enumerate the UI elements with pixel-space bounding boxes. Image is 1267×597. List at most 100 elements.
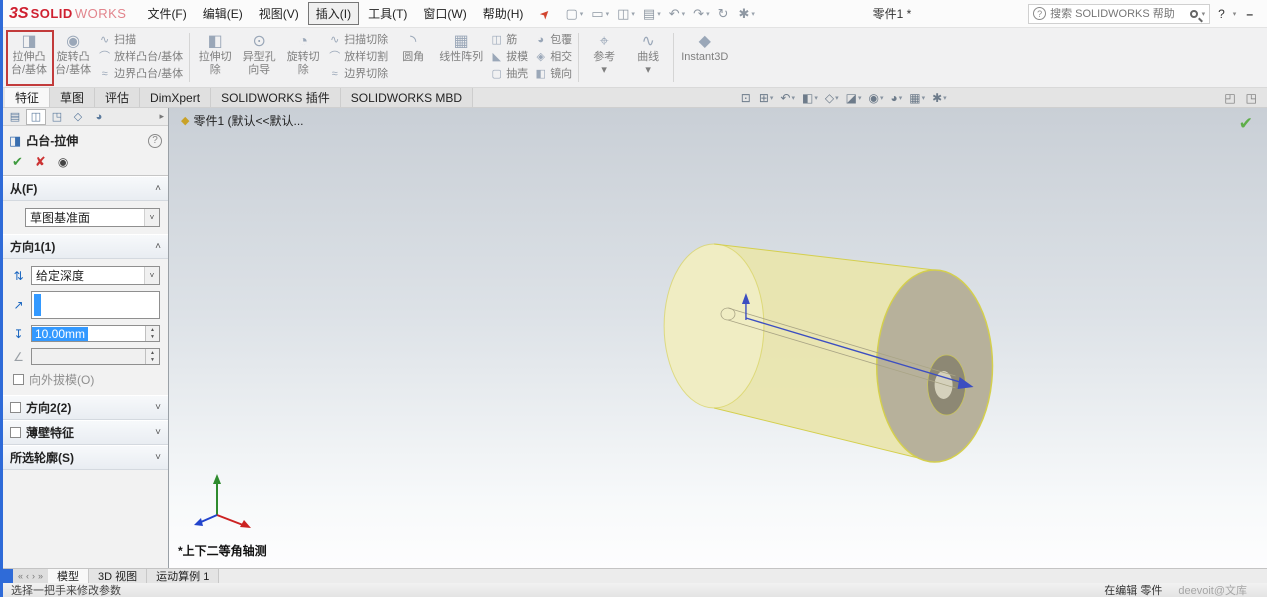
featuremanager-design-tree-tab[interactable]: ▤: [5, 109, 25, 125]
draft-input[interactable]: ▲ ▼: [31, 348, 160, 365]
spinner-arrows[interactable]: ▲ ▼: [145, 349, 159, 364]
zoom-to-fit-icon[interactable]: ⊡: [741, 91, 752, 105]
first-tab-icon[interactable]: «: [18, 571, 23, 581]
draft-button[interactable]: ◣ 拔模: [490, 49, 528, 65]
ok-button[interactable]: ✔: [12, 154, 23, 170]
collapse-taskpane-icon[interactable]: ◰: [1224, 91, 1235, 105]
spin-up-icon[interactable]: ▲: [146, 349, 159, 357]
intersect-button[interactable]: ◈ 相交: [534, 49, 572, 65]
curves-button[interactable]: ∿ 曲线 ▾: [626, 29, 670, 86]
direction2-checkbox[interactable]: [10, 402, 21, 413]
revolved-boss-button[interactable]: ◉ 旋转凸 台/基体: [51, 29, 95, 86]
graphics-viewport[interactable]: ◆ 零件1 (默认<<默认... ✔ *上下二等角轴测: [169, 108, 1267, 568]
menu-help[interactable]: 帮助(H): [476, 3, 531, 24]
reference-geometry-button[interactable]: ⌖ 参考 ▾: [582, 29, 626, 86]
rib-button[interactable]: ◫ 筋: [490, 32, 528, 48]
configurationmanager-tab[interactable]: ◳: [47, 109, 67, 125]
view-orientation-icon[interactable]: ◇▾: [825, 91, 839, 105]
cancel-button[interactable]: ✘: [35, 154, 46, 170]
menu-view[interactable]: 视图(V): [252, 3, 306, 24]
boundary-boss-button[interactable]: ≈ 边界凸台/基体: [98, 66, 183, 82]
wrap-button[interactable]: ◕ 包覆: [534, 32, 572, 48]
tab-sketch[interactable]: 草图: [50, 88, 95, 107]
section-from-header[interactable]: 从(F) ˄: [3, 176, 168, 201]
help-search-box[interactable]: ? ▾: [1028, 4, 1210, 24]
flyout-feature-tree[interactable]: ◆ 零件1 (默认<<默认...: [181, 112, 304, 129]
spin-down-icon[interactable]: ▼: [146, 334, 159, 342]
extruded-boss-button[interactable]: ◨ 拉伸凸 台/基体: [7, 29, 51, 86]
rebuild-button[interactable]: ↻: [713, 6, 732, 22]
boundary-cut-button[interactable]: ≈ 边界切除: [328, 66, 388, 82]
tab-model[interactable]: 模型: [48, 569, 89, 583]
menu-tools[interactable]: 工具(T): [361, 3, 414, 24]
tab-overflow-arrow[interactable]: ▸: [159, 111, 166, 122]
menu-edit[interactable]: 编辑(E): [196, 3, 250, 24]
next-tab-icon[interactable]: ›: [32, 571, 35, 581]
displaymanager-tab[interactable]: ◕: [89, 109, 109, 125]
swept-cut-button[interactable]: ∿ 扫描切除: [328, 32, 388, 48]
start-condition-select[interactable]: 草图基准面 ˅: [25, 208, 160, 227]
minimize-button[interactable]: –: [1238, 7, 1261, 21]
previous-tab-icon[interactable]: ‹: [26, 571, 29, 581]
menu-insert[interactable]: 插入(I): [308, 2, 359, 25]
fillet-button[interactable]: ◝ 圆角: [391, 29, 435, 86]
section-selected-contours-header[interactable]: 所选轮廓(S) ˅: [3, 445, 168, 470]
view-settings-icon[interactable]: ✱▾: [932, 91, 947, 105]
tab-solidworks-addins[interactable]: SOLIDWORKS 插件: [211, 88, 341, 107]
undo-button[interactable]: ↶ ▾: [664, 6, 686, 22]
save-button[interactable]: ◫ ▾: [612, 6, 636, 22]
confirmation-corner-ok-icon[interactable]: ✔: [1239, 114, 1253, 134]
open-button[interactable]: ▭ ▾: [586, 6, 610, 22]
shell-button[interactable]: ▢ 抽壳: [490, 66, 528, 82]
apply-scene-icon[interactable]: ▦▾: [909, 91, 925, 105]
spin-down-icon[interactable]: ▼: [146, 357, 159, 365]
pin-menu-icon[interactable]: ➤: [537, 5, 554, 22]
revolved-cut-button[interactable]: ◔ 旋转切 除: [281, 29, 325, 86]
lofted-cut-button[interactable]: ⌒ 放样切割: [328, 49, 388, 65]
mirror-button[interactable]: ◧ 镜向: [534, 66, 572, 82]
tab-features[interactable]: 特征: [5, 88, 50, 107]
chevron-down-icon[interactable]: ▾: [1202, 10, 1206, 18]
menu-window[interactable]: 窗口(W): [416, 3, 473, 24]
spinner-arrows[interactable]: ▲ ▼: [145, 326, 159, 341]
thin-feature-checkbox[interactable]: [10, 427, 21, 438]
swept-boss-button[interactable]: ∿ 扫描: [98, 32, 183, 48]
menu-file[interactable]: 文件(F): [140, 3, 193, 24]
propertymanager-tab[interactable]: ◫: [26, 109, 46, 125]
spin-up-icon[interactable]: ▲: [146, 326, 159, 334]
direction-selection-box[interactable]: [31, 291, 160, 319]
model-3d[interactable]: [169, 108, 1267, 568]
hide-show-items-icon[interactable]: ◉▾: [868, 91, 883, 105]
options-button[interactable]: ✱ ▾: [733, 6, 755, 22]
previous-view-icon[interactable]: ↶▾: [780, 91, 795, 105]
linear-pattern-button[interactable]: ▦ 线性阵列: [435, 29, 487, 86]
tab-evaluate[interactable]: 评估: [95, 88, 140, 107]
search-input[interactable]: [1050, 8, 1185, 20]
draft-outward-checkbox[interactable]: [13, 374, 24, 385]
tab-motion-study[interactable]: 运动算例 1: [147, 569, 219, 583]
tab-solidworks-mbd[interactable]: SOLIDWORKS MBD: [341, 88, 473, 107]
extruded-cut-button[interactable]: ◧ 拉伸切 除: [193, 29, 237, 86]
instant3d-button[interactable]: ◆ Instant3D: [677, 29, 732, 86]
reverse-direction-icon[interactable]: ⇅: [11, 269, 26, 283]
depth-input[interactable]: 10.00mm ▲ ▼: [31, 325, 160, 342]
help-icon[interactable]: ?: [148, 134, 162, 148]
section-direction2-header[interactable]: 方向2(2) ˅: [3, 395, 168, 420]
section-view-icon[interactable]: ◧▾: [802, 91, 818, 105]
section-thin-feature-header[interactable]: 薄壁特征 ˅: [3, 420, 168, 445]
print-button[interactable]: ▤ ▾: [638, 6, 662, 22]
section-direction1-header[interactable]: 方向1(1) ˄: [3, 234, 168, 259]
new-document-button[interactable]: ▢ ▾: [560, 6, 584, 22]
last-tab-icon[interactable]: »: [38, 571, 43, 581]
dimxpertmanager-tab[interactable]: ◇: [68, 109, 88, 125]
tab-3d-views[interactable]: 3D 视图: [89, 569, 147, 583]
detailed-preview-icon[interactable]: ◉: [58, 155, 68, 169]
display-style-icon[interactable]: ◪▾: [846, 91, 862, 105]
lofted-boss-button[interactable]: ⌒ 放样凸台/基体: [98, 49, 183, 65]
redo-button[interactable]: ↷ ▾: [688, 6, 710, 22]
help-menu-button[interactable]: ?: [1212, 7, 1231, 21]
end-condition-select[interactable]: 给定深度 ˅: [31, 266, 160, 285]
expand-taskpane-icon[interactable]: ◳: [1246, 91, 1257, 105]
edit-appearance-icon[interactable]: ◕▾: [890, 91, 902, 105]
tab-dimxpert[interactable]: DimXpert: [140, 88, 211, 107]
